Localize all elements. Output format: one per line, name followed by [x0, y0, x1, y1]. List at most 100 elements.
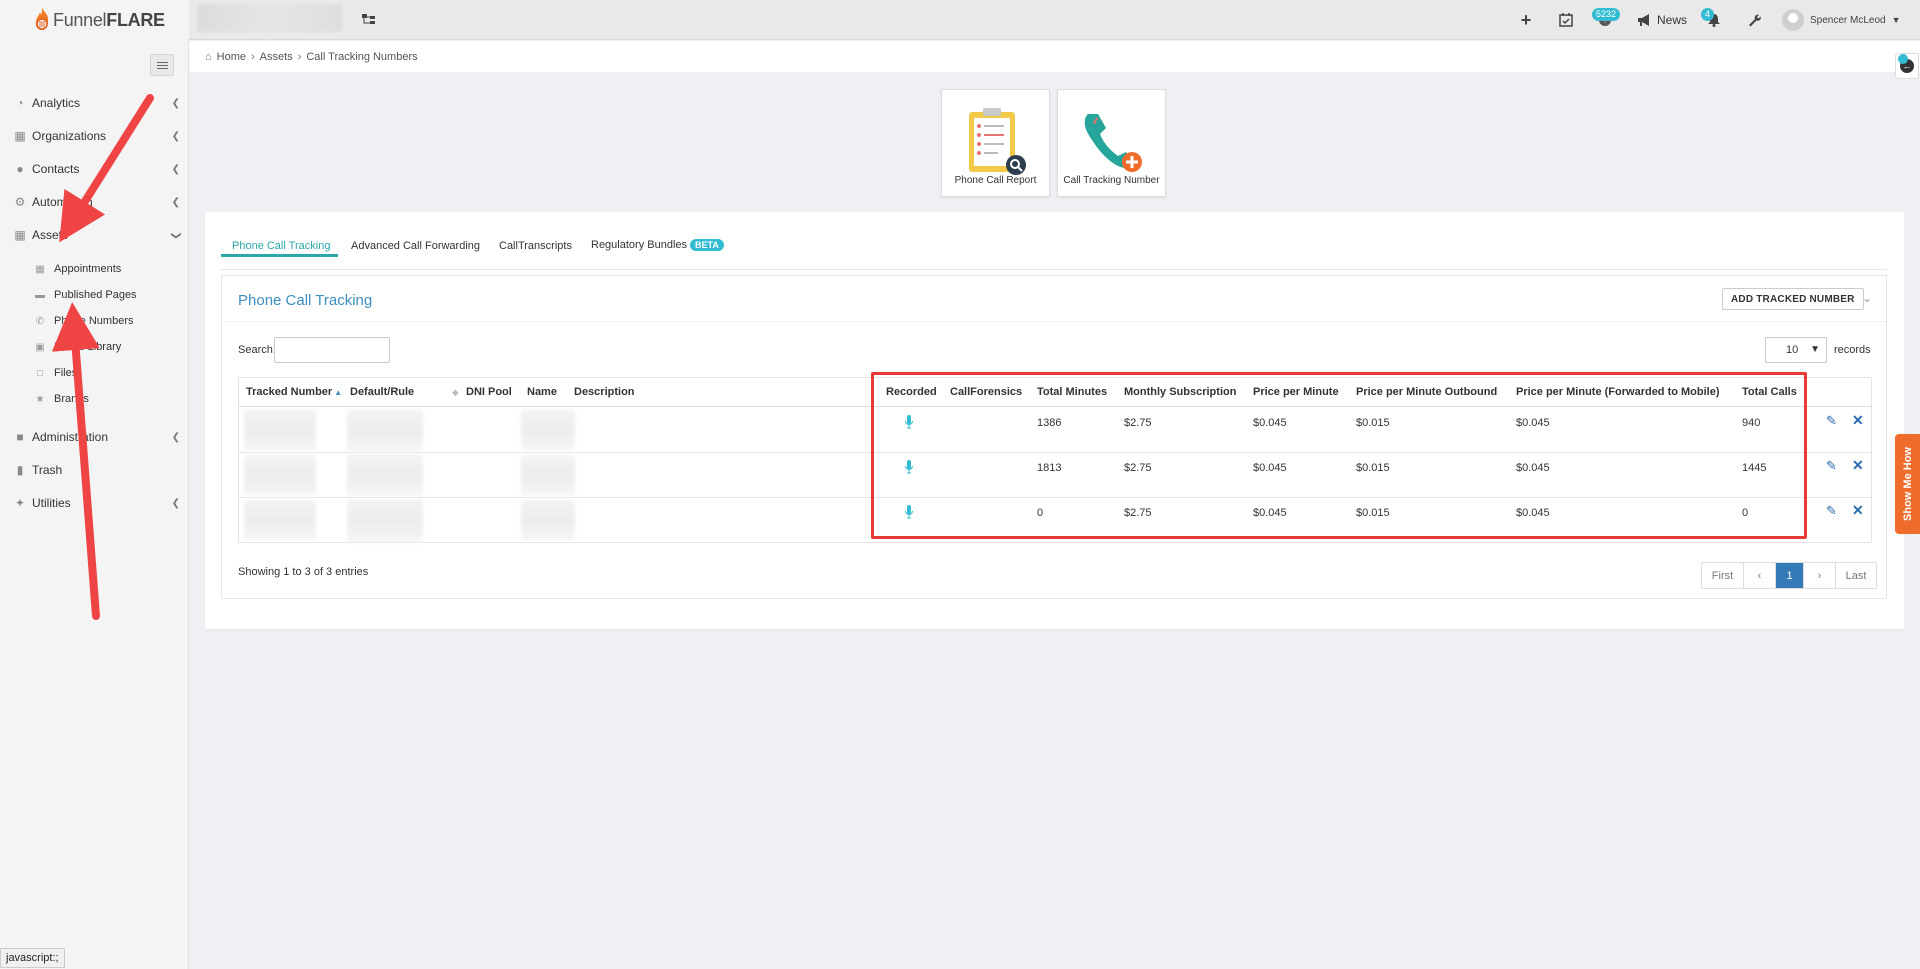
lock-icon: ■ — [16, 430, 24, 444]
sidebar-subitem-phone-numbers[interactable]: ✆ Phone Numbers — [34, 312, 134, 330]
sitemap-icon: ▦ — [14, 129, 26, 143]
sidebar-item-label: Assets — [32, 228, 69, 242]
app-logo[interactable]: FunnelFLARE — [0, 0, 189, 40]
alerts-badge: 4 — [1701, 8, 1715, 21]
tab-advanced-call-forwarding[interactable]: Advanced Call Forwarding — [351, 240, 480, 252]
sidebar-item-automation[interactable]: ⚙ Automation ❮ — [12, 192, 180, 212]
sidebar-subitem-files[interactable]: □ Files — [34, 364, 77, 382]
sidebar-item-organizations[interactable]: ▦ Organizations ❮ — [12, 126, 180, 146]
sidebar-item-label: Utilities — [32, 496, 71, 510]
tab-call-transcripts[interactable]: CallTranscripts — [499, 240, 572, 252]
divider — [222, 321, 1886, 322]
records-label: records — [1834, 344, 1871, 356]
beta-badge: BETA — [690, 239, 724, 251]
delete-x-icon[interactable]: ✕ — [1852, 457, 1864, 474]
sidebar-item-label: Organizations — [32, 129, 107, 143]
sidebar-item-contacts[interactable]: ● Contacts ❮ — [12, 159, 180, 179]
sitemap-toggle-icon[interactable] — [359, 10, 379, 30]
col-name[interactable]: Name — [527, 378, 557, 407]
show-me-how-button[interactable]: Show Me How — [1895, 434, 1920, 534]
name-redacted — [521, 410, 575, 450]
sidebar-item-assets[interactable]: ▦ Assets ❮ — [12, 225, 181, 245]
add-icon[interactable]: + — [1516, 10, 1536, 30]
sidebar-subitem-appointments[interactable]: ▦ Appointments — [34, 260, 121, 278]
call-tracking-number-tile[interactable]: Call Tracking Number — [1057, 89, 1166, 197]
home-icon: ⌂ — [205, 50, 212, 63]
sidebar-item-label: Contacts — [32, 162, 80, 176]
breadcrumb-assets[interactable]: Assets — [260, 51, 293, 63]
phone-call-report-tile[interactable]: Phone Call Report — [941, 89, 1050, 197]
col-description[interactable]: Description — [574, 378, 635, 407]
chevron-left-icon: ❮ — [171, 497, 180, 509]
pager-first[interactable]: First — [1702, 563, 1744, 588]
pager-prev[interactable]: ‹ — [1744, 563, 1776, 588]
news-link[interactable]: News — [1637, 13, 1687, 27]
edit-pencil-icon[interactable]: ✎ — [1826, 503, 1837, 519]
grid-icon: ▦ — [14, 228, 26, 242]
sidebar-subitem-image-library[interactable]: ▣ Image Library — [34, 338, 121, 356]
sidebar: ◔ Analytics ❮ ▦ Organizations ❮ ● Contac… — [0, 40, 189, 969]
user-menu[interactable]: Spencer McLeod ▼ — [1782, 9, 1901, 31]
add-tracked-number-button[interactable]: ADD TRACKED NUMBER — [1722, 288, 1864, 310]
calendar-check-icon[interactable] — [1556, 10, 1576, 30]
sidebar-subitem-label: Published Pages — [54, 289, 137, 301]
pager-current[interactable]: 1 — [1776, 563, 1804, 588]
sidebar-item-administration[interactable]: ■ Administration ❮ — [12, 427, 180, 447]
sidebar-item-analytics[interactable]: ◔ Analytics ❮ — [12, 93, 180, 113]
edit-pencil-icon[interactable]: ✎ — [1826, 413, 1837, 429]
col-default-rule[interactable]: Default/Rule ◆ — [350, 378, 459, 407]
star-icon: ★ — [35, 393, 45, 405]
wrench-icon: ✦ — [14, 496, 26, 510]
chevron-left-icon: ❮ — [171, 431, 180, 443]
page-length-select[interactable]: 10 ▼ — [1765, 337, 1827, 363]
right-panel-toggle[interactable]: ← — [1895, 53, 1919, 79]
avatar — [1782, 9, 1804, 31]
tab-phone-call-tracking[interactable]: Phone Call Tracking — [232, 240, 330, 252]
delete-x-icon[interactable]: ✕ — [1852, 412, 1864, 429]
delete-x-icon[interactable]: ✕ — [1852, 502, 1864, 519]
search-input[interactable] — [274, 337, 390, 363]
pager-last[interactable]: Last — [1836, 563, 1876, 588]
dashboard-icon: ◔ — [16, 96, 24, 110]
sidebar-subitem-brands[interactable]: ★ Brands — [34, 390, 89, 408]
top-bar: FunnelFLARE + ! 5232 News 4 Spencer McLe… — [0, 0, 1920, 40]
breadcrumb-home[interactable]: Home — [217, 51, 246, 63]
chevron-left-icon: ❮ — [171, 196, 180, 208]
sidebar-item-utilities[interactable]: ✦ Utilities ❮ — [12, 493, 180, 513]
logo-text: FunnelFLARE — [53, 9, 165, 30]
sidebar-subitem-label: Phone Numbers — [54, 315, 134, 327]
page-icon: ▬ — [35, 289, 45, 301]
chevron-down-icon: ▼ — [1810, 344, 1820, 355]
chevron-down-icon[interactable]: ⌄ — [1862, 291, 1872, 305]
chevron-left-icon: ❮ — [171, 97, 180, 109]
news-label: News — [1657, 13, 1688, 27]
highlight-box — [871, 372, 1807, 539]
menu-toggle-icon[interactable] — [150, 54, 174, 76]
file-icon: □ — [36, 367, 44, 379]
notifications-badge: 5232 — [1592, 8, 1621, 21]
breadcrumb-separator: › — [251, 50, 255, 63]
phone-add-icon — [1084, 114, 1142, 172]
wrench-icon[interactable] — [1744, 10, 1764, 30]
trash-icon: ▮ — [16, 463, 24, 477]
breadcrumb: ⌂ Home › Assets › Call Tracking Numbers — [189, 41, 1920, 72]
tab-regulatory-bundles[interactable]: Regulatory Bundles BETA — [591, 239, 724, 251]
name-redacted — [521, 455, 575, 495]
sidebar-subitem-label: Files — [54, 367, 78, 379]
sidebar-subitem-published-pages[interactable]: ▬ Published Pages — [34, 286, 137, 304]
col-dni-pool[interactable]: DNI Pool — [466, 378, 512, 407]
sort-asc-icon: ▲ — [334, 387, 343, 397]
sidebar-item-trash[interactable]: ▮ Trash — [12, 460, 180, 480]
pager-next[interactable]: › — [1804, 563, 1836, 588]
user-name: Spencer McLeod — [1810, 14, 1886, 26]
clipboard-report-icon — [968, 108, 1026, 175]
megaphone-icon — [1638, 14, 1649, 26]
default-rule-redacted — [347, 454, 423, 496]
col-tracked-number[interactable]: Tracked Number ▲ — [246, 378, 343, 407]
sidebar-item-label: Administration — [32, 430, 109, 444]
show-me-how-label: Show Me How — [1901, 447, 1914, 521]
edit-pencil-icon[interactable]: ✎ — [1826, 458, 1837, 474]
org-selector[interactable] — [197, 4, 342, 32]
chevron-left-icon: ❮ — [171, 130, 180, 142]
browser-status-bar: javascript:; — [0, 948, 65, 968]
